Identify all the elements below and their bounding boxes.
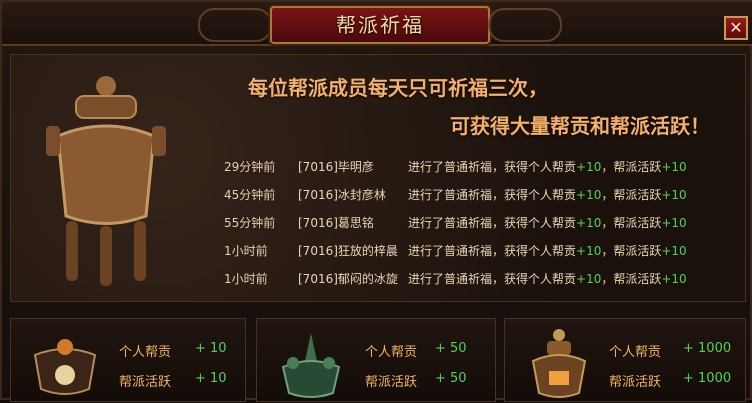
option-activity-value: + 10	[195, 371, 227, 386]
log-time: 55分钟前	[224, 216, 276, 230]
option-contrib-label: 个人帮贡	[119, 345, 172, 360]
log-action: 进行了普通祈福，获得个人帮贡+10，帮派活跃+10	[408, 209, 687, 237]
log-time: 1小时前	[224, 272, 268, 286]
log-row: 1小时前 [7016]郁闷的冰旋 进行了普通祈福，获得个人帮贡+10，帮派活跃+…	[224, 265, 744, 293]
title-bar: 帮派祈福 ✕	[2, 2, 752, 46]
log-guild-member: [7016]毕明彦	[298, 160, 374, 174]
log-action-text: 进行了普通祈福，获得个人帮贡	[408, 244, 577, 258]
option-activity-value: + 50	[435, 371, 467, 386]
log-activity-label: ，帮派活跃	[601, 188, 662, 202]
log-contrib: +10	[576, 244, 602, 258]
log-action: 进行了普通祈福，获得个人帮贡+10，帮派活跃+10	[408, 181, 687, 209]
option-contrib-value: + 1000	[683, 341, 732, 356]
blessing-option-supreme[interactable]: 个人帮贡 + 1000 帮派活跃 + 1000	[504, 318, 746, 402]
log-action-text: 进行了普通祈福，获得个人帮贡	[408, 272, 577, 286]
log-guild-member: [7016]郁闷的冰旋	[298, 272, 398, 286]
log-action: 进行了普通祈福，获得个人帮贡+10，帮派活跃+10	[408, 153, 687, 181]
log-activity-label: ，帮派活跃	[601, 272, 662, 286]
blessing-option-normal[interactable]: 个人帮贡 + 10 帮派活跃 + 10	[10, 318, 246, 402]
option-activity-label: 帮派活跃	[119, 375, 172, 390]
log-activity: +10	[661, 188, 687, 202]
blessing-option-advanced[interactable]: 个人帮贡 + 50 帮派活跃 + 50	[256, 318, 496, 402]
log-time: 45分钟前	[224, 188, 276, 202]
option-activity-label: 帮派活跃	[609, 375, 662, 390]
golden-censer-icon	[531, 329, 587, 398]
blessing-window: 帮派祈福 ✕ 每位帮派成员每天只可祈福三次， 可获得大量帮贡和帮派活跃！ 29分…	[0, 0, 752, 402]
bronze-censer-icon	[46, 76, 166, 286]
close-button[interactable]: ✕	[724, 16, 748, 40]
log-action-text: 进行了普通祈福，获得个人帮贡	[408, 188, 577, 202]
option-activity-value: + 1000	[683, 371, 732, 386]
log-activity-label: ，帮派活跃	[601, 160, 662, 174]
small-censer-icon	[33, 339, 97, 395]
window-title: 帮派祈福	[336, 13, 424, 37]
log-guild-member: [7016]冰封彦林	[298, 188, 386, 202]
log-activity: +10	[661, 244, 687, 258]
option-activity-label: 帮派活跃	[365, 375, 418, 390]
log-contrib: +10	[576, 160, 602, 174]
log-time: 29分钟前	[224, 160, 276, 174]
log-time: 1小时前	[224, 244, 268, 258]
log-activity-label: ，帮派活跃	[601, 216, 662, 230]
title-ornament-right	[488, 8, 562, 42]
headline-line2: 可获得大量帮贡和帮派活跃！	[450, 114, 710, 138]
log-row: 1小时前 [7016]狂放的梓晨 进行了普通祈福，获得个人帮贡+10，帮派活跃+…	[224, 237, 744, 265]
log-contrib: +10	[576, 188, 602, 202]
log-action: 进行了普通祈福，获得个人帮贡+10，帮派活跃+10	[408, 237, 687, 265]
title-ornament-left	[198, 8, 272, 42]
log-guild-member: [7016]葛思铭	[298, 216, 374, 230]
log-row: 55分钟前 [7016]葛思铭 进行了普通祈福，获得个人帮贡+10，帮派活跃+1…	[224, 209, 744, 237]
option-contrib-value: + 50	[435, 341, 467, 356]
log-action-text: 进行了普通祈福，获得个人帮贡	[408, 160, 577, 174]
option-contrib-value: + 10	[195, 341, 227, 356]
headline-line1: 每位帮派成员每天只可祈福三次，	[248, 76, 548, 100]
log-action: 进行了普通祈福，获得个人帮贡+10，帮派活跃+10	[408, 265, 687, 293]
jade-censer-icon	[281, 333, 341, 398]
log-activity-label: ，帮派活跃	[601, 244, 662, 258]
option-contrib-label: 个人帮贡	[609, 345, 662, 360]
option-contrib-label: 个人帮贡	[365, 345, 418, 360]
log-contrib: +10	[576, 216, 602, 230]
log-contrib: +10	[576, 272, 602, 286]
log-row: 45分钟前 [7016]冰封彦林 进行了普通祈福，获得个人帮贡+10，帮派活跃+…	[224, 181, 744, 209]
blessing-log: 29分钟前 [7016]毕明彦 进行了普通祈福，获得个人帮贡+10，帮派活跃+1…	[224, 153, 744, 293]
log-action-text: 进行了普通祈福，获得个人帮贡	[408, 216, 577, 230]
log-guild-member: [7016]狂放的梓晨	[298, 244, 398, 258]
log-row: 29分钟前 [7016]毕明彦 进行了普通祈福，获得个人帮贡+10，帮派活跃+1…	[224, 153, 744, 181]
log-activity: +10	[661, 160, 687, 174]
log-activity: +10	[661, 216, 687, 230]
title-banner: 帮派祈福	[270, 6, 490, 44]
log-activity: +10	[661, 272, 687, 286]
